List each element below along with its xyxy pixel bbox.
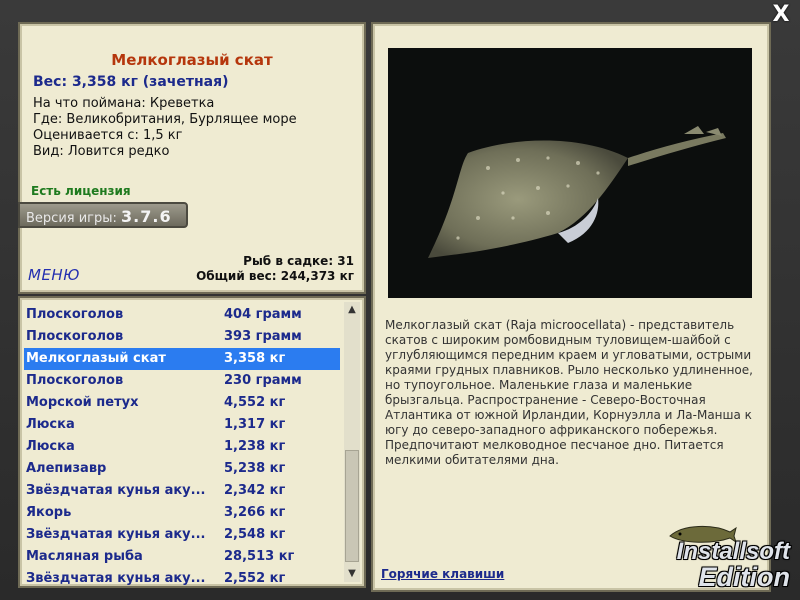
list-scrollbar[interactable]: ▲ ▼ (344, 302, 360, 582)
list-item-weight: 5,238 кг (224, 461, 286, 476)
list-item-name: Звёздчатая кунья аку... (26, 527, 206, 542)
ray-illustration (388, 48, 752, 298)
list-item[interactable]: Люска 1,317 кг (24, 414, 340, 436)
list-item-name: Плоскоголов (26, 373, 124, 388)
logo-line2: Edition (698, 562, 790, 592)
fish-weight: Вес: 3,358 кг (зачетная) (33, 74, 229, 90)
list-item-weight: 28,513 кг (224, 549, 295, 564)
list-item-name: Люска (26, 417, 75, 432)
close-icon[interactable]: X (770, 4, 792, 26)
list-item[interactable]: Плоскоголов 393 грамм (24, 326, 340, 348)
list-item-weight: 2,548 кг (224, 527, 286, 542)
installsoft-logo: Installsoft Edition (640, 525, 796, 596)
location-line: Где: Великобритания, Бурлящее море (33, 112, 297, 127)
list-item[interactable]: Звёздчатая кунья аку... 2,548 кг (24, 524, 340, 546)
list-item[interactable]: Плоскоголов 404 грамм (24, 304, 340, 326)
list-item-weight: 1,238 кг (224, 439, 286, 454)
list-item[interactable]: Люска 1,238 кг (24, 436, 340, 458)
list-item[interactable]: Мелкоглазый скат 3,358 кг (24, 348, 340, 370)
catch-list: Плоскоголов 404 грамм Плоскоголов 393 грамм… (24, 304, 340, 586)
list-item-weight: 3,358 кг (224, 351, 286, 366)
fish-detail-panel: Мелкоглазый скат (Raja microocellata) - … (371, 22, 771, 592)
keepnet-count: Рыб в садке: 31 (243, 254, 354, 268)
list-item-weight: 404 грамм (224, 307, 302, 322)
list-item-name: Масляная рыба (26, 549, 143, 564)
list-item[interactable]: Звёздчатая кунья аку... 2,342 кг (24, 480, 340, 502)
version-label: Версия игры: (26, 211, 117, 226)
list-item-name: Морской петух (26, 395, 139, 410)
catch-stats: Рыб в садке: 31 Общий вес: 244,373 кг (196, 254, 354, 284)
list-item-weight: 393 грамм (224, 329, 302, 344)
hotkeys-link[interactable]: Горячие клавиши (381, 567, 504, 581)
list-item-weight: 2,552 кг (224, 571, 286, 586)
list-item-weight: 3,266 кг (224, 505, 286, 520)
fish-name: Мелкоглазый скат (111, 51, 273, 69)
fish-photo (388, 48, 752, 298)
list-item[interactable]: Звёздчатая кунья аку... 2,552 кг (24, 568, 340, 586)
scroll-up-icon[interactable]: ▲ (344, 302, 360, 318)
list-item[interactable]: Плоскоголов 230 грамм (24, 370, 340, 392)
list-item-name: Люска (26, 439, 75, 454)
species-line: Вид: Ловится редко (33, 144, 170, 159)
total-weight: Общий вес: 244,373 кг (196, 269, 354, 283)
list-item-weight: 4,552 кг (224, 395, 286, 410)
list-item-weight: 1,317 кг (224, 417, 286, 432)
list-item-weight: 230 грамм (224, 373, 302, 388)
valued-from-line: Оценивается с: 1,5 кг (33, 128, 183, 143)
catch-list-panel: Плоскоголов 404 грамм Плоскоголов 393 грамм… (18, 296, 366, 588)
game-window: X Мелкоглазый скат Вес: 3,358 кг (зачетн… (0, 0, 800, 600)
version-number: 3.7.6 (121, 207, 172, 226)
license-status: Есть лицензия (31, 184, 131, 198)
list-item-name: Плоскоголов (26, 307, 124, 322)
list-item-name: Звёздчатая кунья аку... (26, 483, 206, 498)
fish-info-panel: Мелкоглазый скат Вес: 3,358 кг (зачетная… (18, 22, 366, 294)
list-item-name: Алепизавр (26, 461, 107, 476)
scroll-down-icon[interactable]: ▼ (344, 566, 360, 582)
menu-button[interactable]: МЕНЮ (28, 266, 80, 284)
list-item-name: Мелкоглазый скат (26, 351, 166, 366)
list-item-name: Якорь (26, 505, 72, 520)
scroll-thumb[interactable] (345, 450, 359, 562)
list-item[interactable]: Морской петух 4,552 кг (24, 392, 340, 414)
fish-description: Мелкоглазый скат (Raja microocellata) - … (385, 318, 753, 467)
list-item[interactable]: Масляная рыба 28,513 кг (24, 546, 340, 568)
list-item-weight: 2,342 кг (224, 483, 286, 498)
list-item-name: Звёздчатая кунья аку... (26, 571, 206, 586)
list-item[interactable]: Якорь 3,266 кг (24, 502, 340, 524)
list-item-name: Плоскоголов (26, 329, 124, 344)
version-badge: Версия игры: 3.7.6 (18, 202, 188, 228)
list-item[interactable]: Алепизавр 5,238 кг (24, 458, 340, 480)
bait-line: На что поймана: Креветка (33, 96, 215, 111)
